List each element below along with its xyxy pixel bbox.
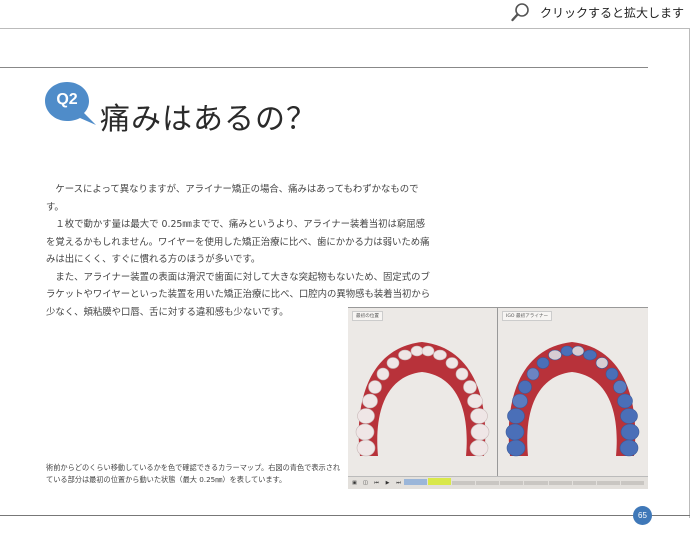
magnifier-icon[interactable] [510, 1, 532, 23]
timeline-segment[interactable] [452, 481, 476, 485]
timeline-current-marker[interactable] [428, 478, 452, 485]
paragraph: １枚で動かす量は最大で 0.25㎜までで、痛みというより、アライナー装着当初は窮… [46, 219, 430, 265]
viewer-toolbar: ▣ ◫ ⏮ ▶ ⏭ [348, 476, 648, 489]
figure-caption: 術前からどのくらい移動しているかを色で確認できるカラーマップ。右図の青色で表示さ… [46, 463, 341, 484]
zoom-hint[interactable]: クリックすると拡大します [510, 0, 690, 24]
timeline-segment[interactable] [596, 481, 620, 485]
aligner-panel: IGO 最初アライナー [498, 308, 647, 476]
body-text: ケースによって異なりますが、アライナー矯正の場合、痛みはあってもわずかなものです… [46, 181, 434, 321]
timeline-segment[interactable] [620, 481, 644, 485]
footer-rule [0, 515, 690, 516]
timeline-segment[interactable] [476, 481, 500, 485]
timeline-segment[interactable] [404, 479, 428, 485]
header-rule [0, 67, 648, 68]
compare-icon[interactable]: ◫ [361, 478, 370, 488]
dental-arch-colormap-image [505, 342, 640, 457]
question-badge: Q2 [56, 91, 78, 108]
timeline-segment[interactable] [500, 481, 524, 485]
view-icon[interactable]: ▣ [350, 478, 359, 488]
timeline-segment[interactable] [572, 481, 596, 485]
initial-position-panel: 最初の位置 [348, 308, 497, 476]
page-number: 65 [633, 506, 652, 525]
stage-timeline[interactable] [404, 478, 644, 486]
skip-forward-icon[interactable]: ⏭ [394, 478, 403, 488]
color-map-figure: 最初の位置 IGO 最初アライナー ▣ ◫ ⏮ ▶ ⏭ [348, 307, 648, 489]
page-title: 痛みはあるの？ [100, 102, 317, 138]
panel-label: 最初の位置 [352, 311, 383, 321]
dental-arch-image [355, 342, 490, 457]
paragraph: ケースによって異なりますが、アライナー矯正の場合、痛みはあってもわずかなものです… [46, 184, 419, 213]
skip-back-icon[interactable]: ⏮ [372, 478, 381, 488]
panel-label: IGO 最初アライナー [502, 311, 553, 321]
timeline-segment[interactable] [524, 481, 548, 485]
zoom-hint-text: クリックすると拡大します [539, 5, 684, 20]
timeline-segment[interactable] [548, 481, 572, 485]
play-icon[interactable]: ▶ [383, 478, 392, 488]
